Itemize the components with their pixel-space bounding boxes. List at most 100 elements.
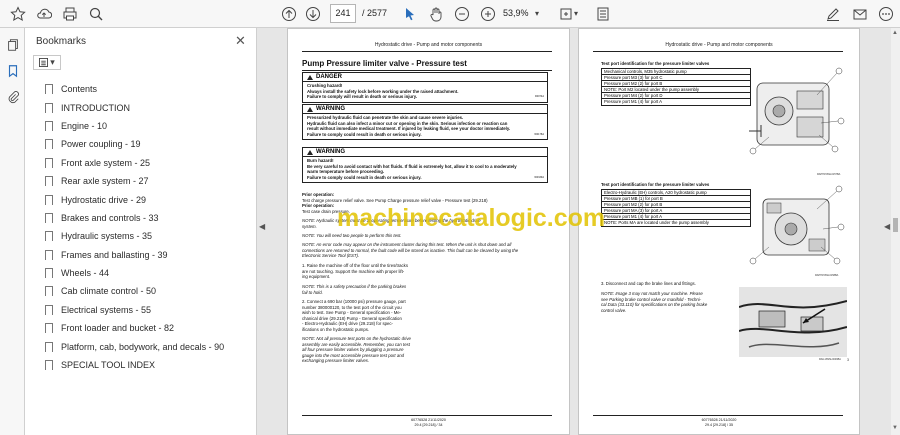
collapse-panel-icon[interactable]: ◀ xyxy=(259,222,265,231)
expand-right-panel-icon[interactable]: ◀ xyxy=(884,222,890,231)
bookmark-options-button[interactable]: ▾ xyxy=(33,55,61,70)
title-rule xyxy=(302,70,552,71)
fit-dropdown-icon[interactable]: ▾ xyxy=(574,9,578,18)
step-text: ifications on the hydrostatic pumps. xyxy=(302,326,370,332)
bookmark-icon xyxy=(45,157,53,171)
bookmark-item[interactable]: Hydraulic systems - 35 xyxy=(25,227,257,245)
vertical-scrollbar[interactable]: ▲ ▼ xyxy=(891,28,900,435)
bookmark-item[interactable]: Brakes and controls - 33 xyxy=(25,209,257,227)
figure-code: RAPH15SSL0157BA xyxy=(817,173,841,176)
bookmark-icon xyxy=(45,84,53,98)
note-text: fail to hold. xyxy=(302,289,323,295)
scroll-mode-icon[interactable] xyxy=(593,4,613,24)
warning-label: WARNING xyxy=(316,106,345,112)
header-rule xyxy=(593,51,843,52)
bookmark-label: Front axle system - 25 xyxy=(61,157,151,168)
bookmark-icon xyxy=(45,286,53,300)
bookmark-label: Cab climate control - 50 xyxy=(61,286,157,297)
section-title: Pump Pressure limiter valve - Pressure t… xyxy=(302,59,467,68)
bookmark-label: INTRODUCTION xyxy=(61,102,130,113)
page-number-input[interactable]: 241 xyxy=(330,4,356,23)
bookmark-item[interactable]: Power coupling - 19 xyxy=(25,135,257,153)
cloud-upload-icon[interactable] xyxy=(34,4,54,24)
bookmark-item[interactable]: Frames and ballasting - 39 xyxy=(25,246,257,264)
bookmark-item[interactable]: Platform, cab, bodywork, and decals - 90 xyxy=(25,337,257,355)
zoom-search-icon[interactable] xyxy=(86,4,106,24)
share-mail-icon[interactable] xyxy=(850,4,870,24)
bookmark-item[interactable]: Wheels - 44 xyxy=(25,264,257,282)
note-text: exchanging pressure limiter valves. xyxy=(302,358,370,363)
bookmark-icon xyxy=(45,249,53,263)
attachments-icon[interactable] xyxy=(4,88,21,105)
scroll-thumb[interactable] xyxy=(893,218,898,232)
page-footer: 60776528 21/11/2020 29.4 [29.218] / 34 xyxy=(288,418,569,428)
warning-box-burn: WARNING Burn hazard! Be very careful to … xyxy=(302,147,548,184)
danger-box: DANGER Crushing hazard! Always install t… xyxy=(302,72,548,103)
page-total: / 2577 xyxy=(362,8,388,18)
bookmark-item[interactable]: Front loader and bucket - 82 xyxy=(25,319,257,337)
note-text: system. xyxy=(302,223,317,229)
bookmark-icon xyxy=(45,360,53,374)
warning-triangle-icon xyxy=(307,149,313,155)
pump-diagram-eh xyxy=(749,185,845,265)
test-port-table-mechanical: Mechanical controls, M35 hydrostatic pum… xyxy=(601,68,751,106)
bookmark-item[interactable]: Hydrostatic drive - 29 xyxy=(25,190,257,208)
zoom-dropdown-icon[interactable]: ▾ xyxy=(535,9,539,18)
more-options-icon[interactable] xyxy=(876,4,896,24)
table-row: NOTE: Ports MA are located under the pum… xyxy=(604,220,709,225)
table-label: Test port identification for the pressur… xyxy=(601,182,710,187)
bookmark-label: Brakes and controls - 33 xyxy=(61,212,159,223)
bookmark-item[interactable]: INTRODUCTION xyxy=(25,98,257,116)
bookmark-icon xyxy=(45,268,53,282)
scroll-down-icon[interactable]: ▼ xyxy=(892,425,898,431)
close-icon[interactable]: ✕ xyxy=(235,33,246,49)
warning-line: Failure to comply could result in death … xyxy=(307,174,422,180)
bookmark-icon xyxy=(45,341,53,355)
warning-triangle-icon xyxy=(307,74,313,80)
select-cursor-icon[interactable] xyxy=(400,4,420,24)
bookmark-item[interactable]: Contents xyxy=(25,80,257,98)
header-rule xyxy=(302,51,552,52)
star-icon[interactable] xyxy=(8,4,28,24)
note-text: Electronic Service Tool (EST). xyxy=(302,253,360,258)
zoom-out-icon[interactable] xyxy=(452,4,472,24)
footer-page-ref: 29.4 [29.218] / 35 xyxy=(705,423,733,427)
bookmark-item[interactable]: Front axle system - 25 xyxy=(25,154,257,172)
pump-diagram-mechanical xyxy=(749,67,845,155)
bookmark-label: Contents xyxy=(61,84,98,95)
zoom-in-icon[interactable] xyxy=(478,4,498,24)
hand-tool-icon[interactable] xyxy=(426,4,446,24)
bookmark-label: Platform, cab, bodywork, and decals - 90 xyxy=(61,341,225,352)
list-options-icon xyxy=(39,58,49,67)
next-page-icon[interactable] xyxy=(303,4,323,24)
bookmark-item[interactable]: Cab climate control - 50 xyxy=(25,282,257,300)
page-thumbnails-icon[interactable] xyxy=(4,36,21,53)
scroll-up-icon[interactable]: ▲ xyxy=(892,30,898,36)
figure-code: RAIL18SSL0046BA xyxy=(819,358,841,361)
step-text: ing equipment. xyxy=(302,274,331,279)
page-header: Hydrostatic drive - Pump and motor compo… xyxy=(665,42,773,48)
bookmark-label: SPECIAL TOOL INDEX xyxy=(61,360,156,371)
bookmark-icon xyxy=(45,304,53,318)
danger-line: Failure to comply will result in death o… xyxy=(307,94,417,100)
warning-label: WARNING xyxy=(316,149,345,155)
bookmark-icon xyxy=(45,194,53,208)
note-text: control valve. xyxy=(601,307,627,313)
bookmarks-panel-icon[interactable] xyxy=(4,62,21,79)
bookmark-label: Power coupling - 19 xyxy=(61,139,141,150)
table-label: Test port identification for the pressur… xyxy=(601,61,710,66)
bookmark-item[interactable]: Electrical systems - 55 xyxy=(25,301,257,319)
bookmark-label: Front loader and bucket - 82 xyxy=(61,323,175,334)
fit-page-icon[interactable] xyxy=(556,4,576,24)
bookmark-item[interactable]: Rear axle system - 27 xyxy=(25,172,257,190)
danger-code: D0074A xyxy=(534,95,544,99)
sign-pen-icon[interactable] xyxy=(823,4,843,24)
chevron-down-icon: ▾ xyxy=(50,57,55,67)
bookmark-item[interactable]: SPECIAL TOOL INDEX xyxy=(25,356,257,374)
watermark-text: machinecatalogic.com xyxy=(337,204,606,232)
prev-page-icon[interactable] xyxy=(279,4,299,24)
bookmark-label: Electrical systems - 55 xyxy=(61,304,152,315)
warning-triangle-icon xyxy=(307,106,313,112)
bookmark-item[interactable]: Engine - 10 xyxy=(25,117,257,135)
print-icon[interactable] xyxy=(60,4,80,24)
